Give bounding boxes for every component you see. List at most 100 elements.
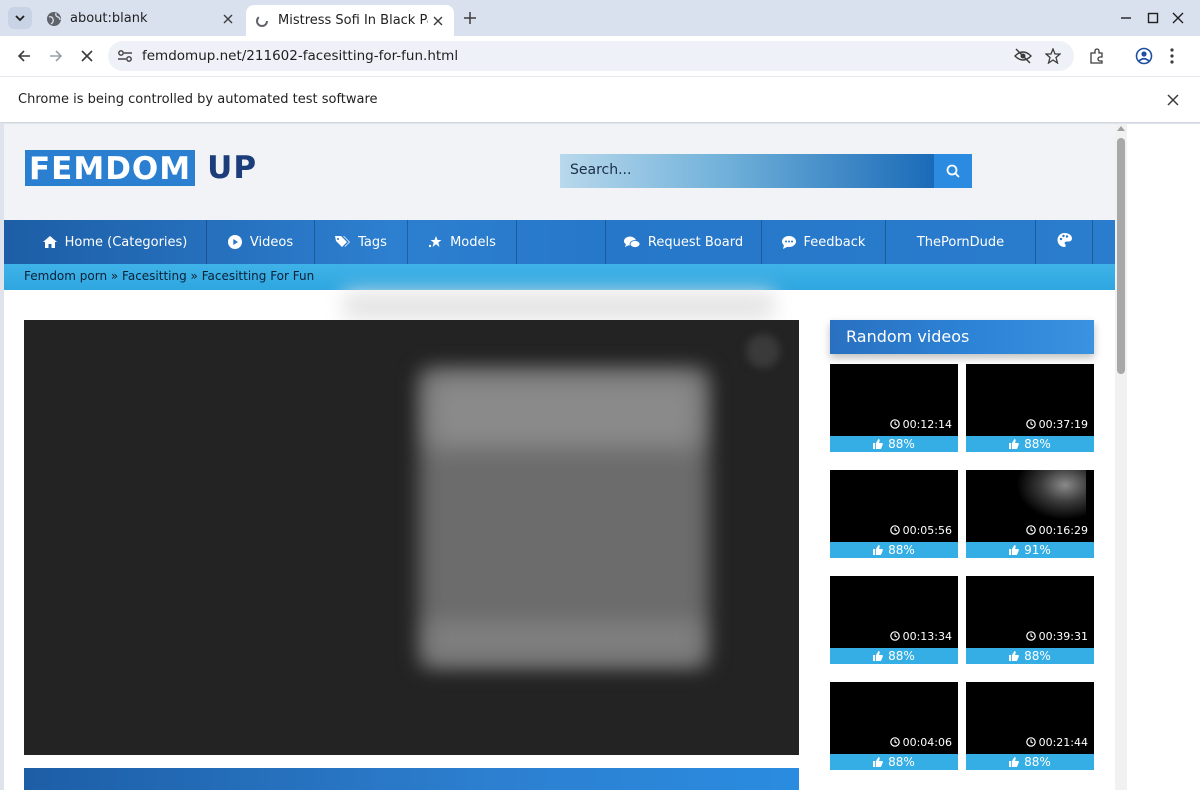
main-navigation: Home (Categories) Videos Tags Models Req…	[4, 220, 1115, 264]
tags-icon	[335, 236, 351, 248]
nav-request-board[interactable]: Request Board	[606, 220, 762, 264]
globe-icon	[46, 11, 62, 27]
thumbs-up-icon	[873, 545, 884, 555]
nav-label: ThePornDude	[916, 234, 1005, 250]
page-scrollbar[interactable]	[1115, 124, 1127, 790]
video-thumbnail[interactable]: 00:39:31 88%	[966, 576, 1094, 664]
thumbs-up-icon	[1009, 651, 1020, 661]
new-tab-button[interactable]	[460, 8, 480, 28]
address-bar[interactable]: femdomup.net/211602-facesitting-for-fun.…	[108, 41, 1074, 71]
more-vertical-icon	[1170, 48, 1174, 64]
extensions-button[interactable]	[1085, 44, 1109, 68]
scroll-up-arrow-icon[interactable]	[1117, 126, 1125, 131]
sidebar-title-text: Random videos	[846, 327, 970, 346]
tab-active-video[interactable]: Mistress Sofi In Black Pan	[246, 5, 454, 36]
back-button[interactable]	[12, 44, 36, 68]
search-placeholder: Search...	[570, 162, 632, 178]
close-icon	[1172, 12, 1184, 24]
duration-badge: 00:12:14	[886, 416, 955, 432]
loading-spinner-icon	[254, 13, 270, 29]
duration-text: 00:12:14	[902, 417, 952, 431]
nav-models[interactable]: Models	[408, 220, 517, 264]
minimize-button[interactable]	[1116, 8, 1136, 28]
video-info-bar	[24, 768, 799, 790]
tab-title: about:blank	[70, 11, 148, 26]
rating-bar: 88%	[830, 436, 958, 452]
stop-loading-button[interactable]	[75, 44, 99, 68]
video-thumbnail[interactable]: 00:05:56 88%	[830, 470, 958, 558]
video-thumbnail[interactable]: 00:16:29 91%	[966, 470, 1094, 558]
tab-strip: about:blank Mistress Sofi In Black Pan	[0, 0, 1200, 36]
clock-icon	[889, 525, 900, 535]
rating-text: 88%	[1024, 649, 1051, 663]
forward-button[interactable]	[44, 44, 68, 68]
play-icon	[227, 235, 242, 249]
video-thumbnail[interactable]: 00:13:34 88%	[830, 576, 958, 664]
close-tab-icon[interactable]	[428, 11, 448, 31]
duration-badge: 00:16:29	[1022, 522, 1091, 538]
video-thumbnail[interactable]: 00:04:06 88%	[830, 682, 958, 770]
nav-theme-toggle[interactable]	[1036, 220, 1093, 264]
nav-theporndude[interactable]: ThePornDude	[886, 220, 1036, 264]
thumbs-up-icon	[873, 439, 884, 449]
tab-search-button[interactable]	[8, 7, 32, 29]
tab-title: Mistress Sofi In Black Pan	[278, 13, 428, 28]
video-player[interactable]	[24, 320, 799, 755]
chevron-down-icon	[15, 15, 25, 22]
arrow-left-icon	[17, 50, 30, 62]
profile-button[interactable]	[1132, 44, 1156, 68]
plus-icon	[464, 12, 476, 24]
thumbs-up-icon	[1009, 757, 1020, 767]
rating-text: 88%	[1024, 437, 1051, 451]
thumbs-up-icon	[1009, 439, 1020, 449]
maximize-button[interactable]	[1143, 8, 1163, 28]
video-thumbnail[interactable]: 00:37:19 88%	[966, 364, 1094, 452]
rating-text: 88%	[1024, 755, 1051, 769]
logo-up: UP	[207, 150, 258, 186]
close-window-button[interactable]	[1168, 8, 1188, 28]
clock-icon	[1025, 525, 1036, 535]
tab-about-blank[interactable]: about:blank	[38, 5, 244, 32]
clock-icon	[889, 737, 900, 747]
player-corner-button[interactable]	[746, 334, 780, 368]
close-infobar-icon[interactable]	[1164, 91, 1182, 109]
duration-badge: 00:37:19	[1022, 416, 1091, 432]
nav-label: Home (Categories)	[64, 234, 188, 250]
browser-menu-button[interactable]	[1160, 44, 1184, 68]
nav-label: Tags	[358, 234, 387, 250]
eye-slash-icon[interactable]	[1014, 47, 1032, 65]
search-button[interactable]	[934, 154, 972, 188]
nav-feedback[interactable]: Feedback	[762, 220, 886, 264]
nav-empty-slot[interactable]	[517, 220, 606, 264]
scrollbar-thumb[interactable]	[1117, 138, 1125, 374]
search-input[interactable]: Search...	[560, 154, 934, 188]
nav-tags[interactable]: Tags	[315, 220, 408, 264]
clock-icon	[889, 631, 900, 641]
blurred-overlay-bottom	[429, 620, 699, 660]
rating-text: 88%	[888, 543, 915, 557]
clock-icon	[889, 419, 900, 429]
bookmark-star-icon[interactable]	[1044, 47, 1062, 65]
thumbs-up-icon	[873, 757, 884, 767]
site-logo[interactable]: FEMDOM UP	[25, 150, 258, 187]
rating-bar: 88%	[966, 754, 1094, 770]
duration-text: 00:13:34	[902, 629, 952, 643]
random-videos-heading: Random videos	[830, 320, 1094, 354]
video-thumbnail[interactable]: 00:12:14 88%	[830, 364, 958, 452]
close-tab-icon[interactable]	[218, 9, 238, 29]
arrow-right-icon	[50, 50, 63, 62]
site-info-icon[interactable]	[116, 48, 134, 64]
clock-icon	[1025, 631, 1036, 641]
clock-icon	[1025, 419, 1036, 429]
site-header: FEMDOM UP Search...	[4, 124, 1115, 220]
video-thumbnail[interactable]: 00:21:44 88%	[966, 682, 1094, 770]
nav-home[interactable]: Home (Categories)	[4, 220, 207, 264]
star-icon	[428, 235, 442, 249]
duration-text: 00:21:44	[1038, 735, 1088, 749]
breadcrumb-text[interactable]: Femdom porn » Facesitting » Facesitting …	[24, 269, 314, 283]
nav-videos[interactable]: Videos	[207, 220, 315, 264]
window-margin	[1127, 124, 1200, 790]
palette-icon	[1057, 233, 1072, 251]
duration-text: 00:37:19	[1038, 417, 1088, 431]
close-icon	[81, 50, 93, 62]
